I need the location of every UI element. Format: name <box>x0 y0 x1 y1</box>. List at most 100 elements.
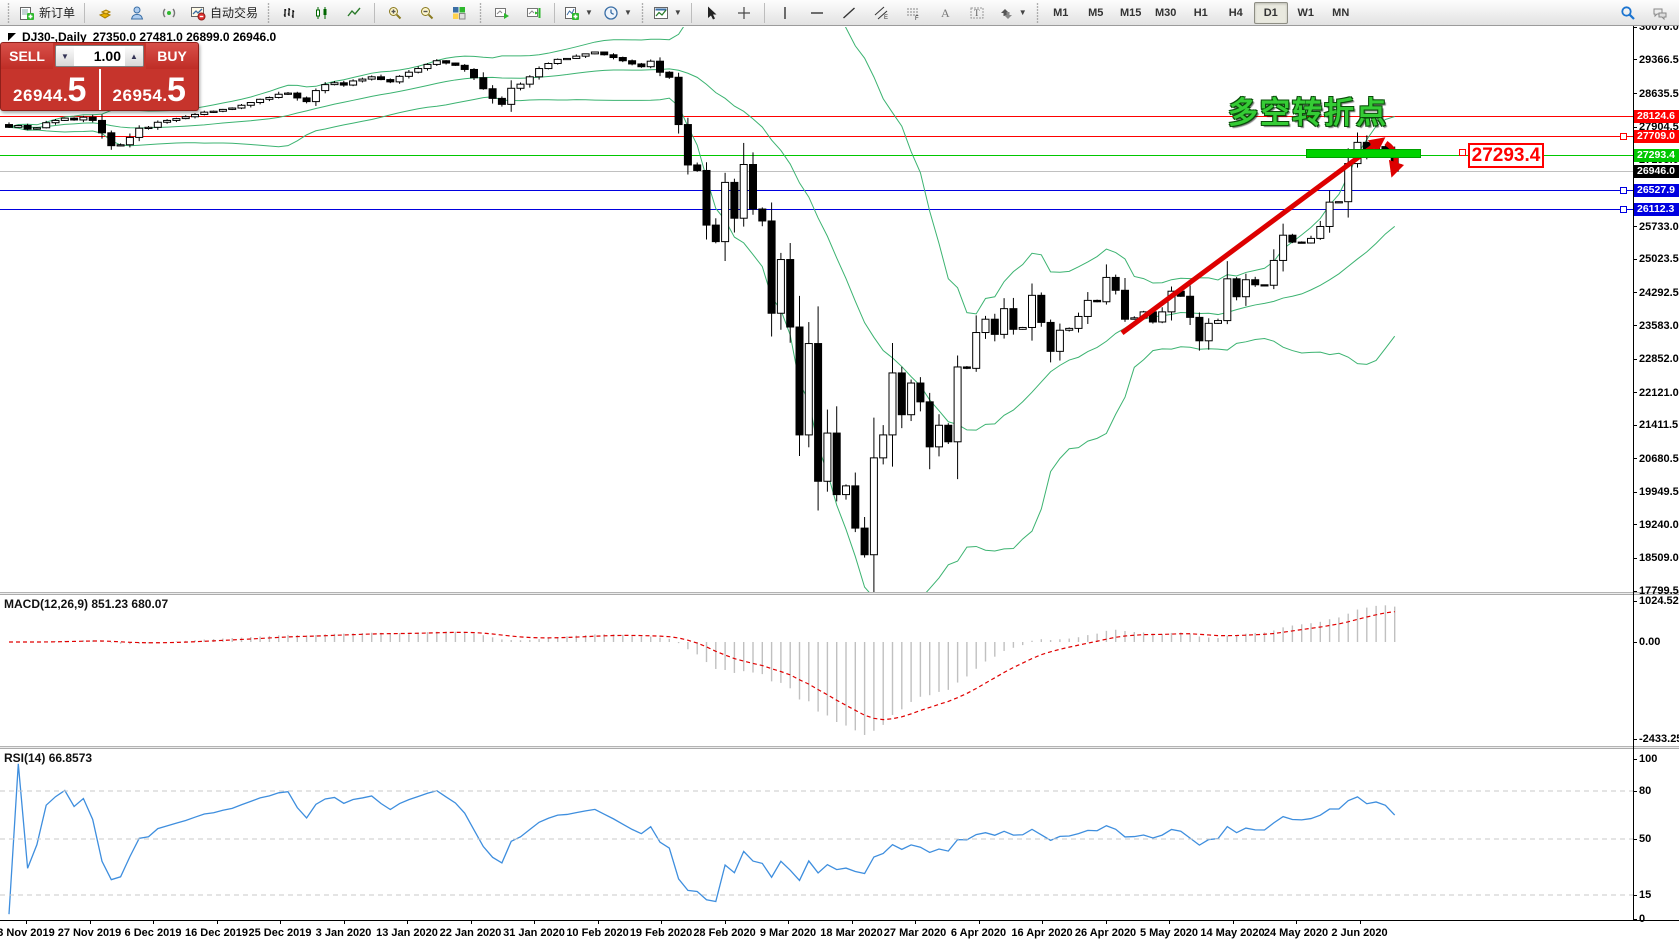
candle-body <box>442 60 451 64</box>
contacts-button[interactable] <box>122 1 152 25</box>
candle-body <box>674 76 683 126</box>
zoom-out-button[interactable] <box>412 1 442 25</box>
candle-body <box>191 113 199 118</box>
buy-button[interactable]: BUY <box>146 43 198 69</box>
price-callout-handle[interactable] <box>1459 149 1466 156</box>
line-edit-handle[interactable] <box>1620 132 1627 140</box>
fibonacci-icon: F <box>906 8 919 21</box>
zoom-in-button[interactable] <box>380 1 410 25</box>
toolbar-grip[interactable] <box>478 2 484 23</box>
candle-body <box>1018 326 1027 330</box>
timeframe-button-h4[interactable]: H4 <box>1219 2 1253 24</box>
candle-body <box>377 76 385 81</box>
volume-value[interactable]: 1.00 <box>74 48 125 64</box>
trendline-tool-button[interactable] <box>834 1 864 25</box>
line-edit-handle[interactable] <box>1620 205 1627 213</box>
candle-body <box>581 53 590 57</box>
volume-decrease-button[interactable]: ▼ <box>56 46 74 66</box>
bar-chart-mode-button[interactable] <box>275 1 305 25</box>
timeframe-button-d1[interactable]: D1 <box>1253 1 1288 24</box>
candle-body <box>804 343 813 436</box>
candle-body <box>749 163 757 210</box>
candle-body <box>1037 294 1046 323</box>
timeframe-button-h1[interactable]: H1 <box>1184 2 1218 24</box>
chart-area[interactable]: 28124.6 27709.0 27293.4 26946.0 26527.9 26112… <box>0 21 1679 944</box>
sell-price[interactable]: 26944. 5 <box>1 69 99 110</box>
candle-body <box>98 119 106 134</box>
candle-body <box>897 372 906 416</box>
candle-body <box>163 119 172 123</box>
candle-body <box>739 163 748 219</box>
axis-price-tag: 26112.3 <box>1634 202 1679 216</box>
chart-template-button[interactable]: ▼ <box>649 1 686 25</box>
candle-body <box>730 181 739 219</box>
auto-scroll-button[interactable] <box>487 1 517 25</box>
sell-button[interactable]: SELL <box>1 43 53 69</box>
chart-canvas <box>0 27 1633 915</box>
tile-windows-button[interactable] <box>444 1 474 25</box>
equidistant-channel-tool-button[interactable]: E <box>866 1 896 25</box>
chat-button[interactable] <box>1645 1 1675 25</box>
text-icon: A <box>941 6 950 20</box>
candle-body <box>1065 327 1074 331</box>
text-label-tool-button[interactable]: T <box>962 1 992 25</box>
candle-body <box>358 78 367 82</box>
candle-body <box>1009 308 1018 330</box>
vertical-line-icon <box>784 6 786 19</box>
line-chart-mode-button[interactable] <box>339 1 369 25</box>
indicators-button[interactable]: ▼ <box>560 1 597 25</box>
signal-button[interactable] <box>154 1 184 25</box>
text-tool-button[interactable]: A <box>930 1 960 25</box>
turning-point-annotation[interactable]: 多空转折点 <box>1228 88 1388 132</box>
toolbar-separator <box>763 2 765 23</box>
horizontal-line-tool-button[interactable] <box>802 1 832 25</box>
candle-body <box>497 97 506 105</box>
candle-body <box>1158 311 1167 323</box>
caret-down-icon: ▼ <box>623 8 632 17</box>
timeframe-button-m15[interactable]: M15 <box>1114 2 1148 24</box>
candle-body <box>656 60 664 73</box>
candle-body <box>842 485 850 496</box>
toolbar-grip[interactable] <box>639 2 645 23</box>
timeframe-button-mn[interactable]: MN <box>1324 2 1358 24</box>
candle-body <box>172 118 181 121</box>
buy-price[interactable]: 26954. 5 <box>101 69 199 110</box>
periods-button[interactable]: ▼ <box>599 1 636 25</box>
candle-chart-mode-button[interactable] <box>307 1 337 25</box>
candle-body <box>153 121 162 128</box>
search-button[interactable] <box>1613 1 1643 25</box>
candle-body <box>525 76 534 85</box>
candle-body <box>944 424 953 443</box>
vertical-line-tool-button[interactable] <box>770 1 800 25</box>
toolbar-grip[interactable] <box>266 2 272 23</box>
candle-body <box>860 527 869 556</box>
line-edit-handle[interactable] <box>1620 186 1627 194</box>
cursor-tool-button[interactable] <box>697 1 727 25</box>
price-callout-label[interactable]: 27293.4 <box>1468 143 1544 168</box>
timeframe-button-w1[interactable]: W1 <box>1289 2 1323 24</box>
volume-increase-button[interactable]: ▲ <box>125 46 143 66</box>
candlestick-icon <box>316 6 327 19</box>
arrows-tool-button[interactable]: ▼ <box>994 1 1031 25</box>
new-order-button[interactable]: 新订单 <box>15 1 79 25</box>
trend-arrow-up[interactable] <box>1120 137 1386 336</box>
timeframe-button-m1[interactable]: M1 <box>1044 2 1078 24</box>
candle-body <box>349 80 358 86</box>
resistance-highlight-bar[interactable] <box>1306 149 1421 158</box>
candle-body <box>823 432 832 482</box>
timeframe-button-m5[interactable]: M5 <box>1079 2 1113 24</box>
autotrading-button[interactable]: 自动交易 <box>186 1 262 25</box>
candle-body <box>79 116 88 121</box>
toolbar-grip[interactable] <box>1034 2 1040 23</box>
timeframe-button-m30[interactable]: M30 <box>1149 2 1183 24</box>
crosshair-tool-button[interactable] <box>729 1 759 25</box>
toolbar-grip[interactable] <box>6 2 11 23</box>
gold-tool-button[interactable] <box>90 1 120 25</box>
candle-body <box>609 54 618 59</box>
fibonacci-tool-button[interactable]: F <box>898 1 928 25</box>
bar-chart-icon <box>283 7 295 18</box>
candle-body <box>228 107 237 110</box>
candle-body <box>1334 201 1343 204</box>
chart-shift-button[interactable] <box>519 1 549 25</box>
candle-body <box>395 75 404 83</box>
